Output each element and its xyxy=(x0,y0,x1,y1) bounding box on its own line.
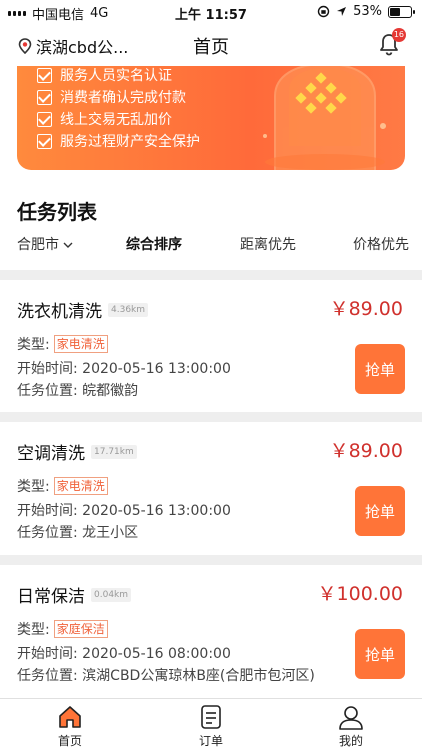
filter-bar: 合肥市 综合排序 距离优先 价格优先 xyxy=(0,232,422,256)
task-type-tag: 家电清洗 xyxy=(53,477,108,495)
tab-mine-label: 我的 xyxy=(338,734,363,748)
checkbox-icon xyxy=(37,89,52,105)
task-start-time: 开始时间: 2020-05-16 08:00:00 xyxy=(17,646,231,662)
orientation-lock-icon xyxy=(317,5,330,18)
divider xyxy=(0,270,422,280)
city-filter-label: 合肥市 xyxy=(17,237,59,253)
sort-comprehensive[interactable]: 综合排序 xyxy=(126,234,182,254)
task-title: 空调清洗 xyxy=(17,444,85,464)
task-card[interactable]: 日常保洁 0.04km ￥100.00 类型: 家庭保洁 开始时间: 2020-… xyxy=(0,565,422,697)
task-location: 任务位置: 滨湖CBD公寓琼林B座(合肥市包河区) xyxy=(17,668,315,684)
grab-order-button[interactable]: 抢单 xyxy=(355,486,405,536)
banner-item-text: 线上交易无乱加价 xyxy=(60,112,172,128)
notification-badge: 16 xyxy=(391,28,406,42)
tab-home-label: 首页 xyxy=(57,734,82,748)
task-price: ￥100.00 xyxy=(317,583,403,605)
task-type-label: 类型: xyxy=(17,479,50,495)
battery-icon xyxy=(388,5,415,18)
banner-item-text: 消费者确认完成付款 xyxy=(60,90,186,106)
status-right: 53% xyxy=(317,4,415,19)
notification-button[interactable]: 16 xyxy=(378,28,406,56)
banner-item-text: 服务人员实名认证 xyxy=(60,68,172,84)
divider xyxy=(0,412,422,422)
tab-home[interactable]: 首页 xyxy=(30,704,110,749)
location-arrow-icon xyxy=(337,7,347,16)
task-type-tag: 家庭保洁 xyxy=(53,620,108,638)
tab-orders-label: 订单 xyxy=(198,734,223,748)
banner-item: 线上交易无乱加价 xyxy=(37,108,200,130)
task-type-tag: 家电清洗 xyxy=(53,335,108,353)
task-location: 任务位置: 皖都徽韵 xyxy=(17,383,139,399)
nav-bar: 滨湖cbd公... 首页 16 xyxy=(0,24,422,66)
banner-item: 服务过程财产安全保护 xyxy=(37,130,200,152)
bottom-tab-bar: 首页 订单 我的 xyxy=(0,698,422,750)
task-price: ￥89.00 xyxy=(329,440,403,462)
task-start-time: 开始时间: 2020-05-16 13:00:00 xyxy=(17,503,231,519)
grab-order-button[interactable]: 抢单 xyxy=(355,344,405,394)
task-distance: 4.36km xyxy=(108,302,149,317)
promo-banner[interactable]: 服务人员实名认证 消费者确认完成付款 线上交易无乱加价 服务过程财产安全保护 xyxy=(17,66,405,170)
checkbox-icon xyxy=(37,111,52,127)
task-title-row: 空调清洗 17.71km xyxy=(17,439,137,464)
page-title: 首页 xyxy=(193,37,229,58)
shield-illustration xyxy=(263,66,386,170)
task-title-row: 洗衣机清洗 4.36km xyxy=(17,297,149,322)
task-distance: 17.71km xyxy=(91,444,137,459)
task-start-time: 开始时间: 2020-05-16 13:00:00 xyxy=(17,361,231,377)
task-type-line: 类型: 家电清洗 xyxy=(17,476,108,496)
city-filter[interactable]: 合肥市 xyxy=(17,234,73,254)
grab-order-button[interactable]: 抢单 xyxy=(355,629,405,679)
sort-distance[interactable]: 距离优先 xyxy=(240,234,296,254)
task-type-line: 类型: 家电清洗 xyxy=(17,334,108,354)
task-card[interactable]: 空调清洗 17.71km ￥89.00 类型: 家电清洗 开始时间: 2020-… xyxy=(0,422,422,554)
divider xyxy=(0,555,422,565)
task-card[interactable]: 洗衣机清洗 4.36km ￥89.00 类型: 家电清洗 开始时间: 2020-… xyxy=(0,280,422,412)
battery-fill xyxy=(390,7,401,16)
tab-mine[interactable]: 我的 xyxy=(311,704,391,749)
task-location: 任务位置: 龙王小区 xyxy=(17,525,139,541)
banner-item: 服务人员实名认证 xyxy=(37,66,200,86)
tab-orders[interactable]: 订单 xyxy=(171,704,251,749)
task-title: 日常保洁 xyxy=(17,587,85,607)
banner-guarantee-list: 服务人员实名认证 消费者确认完成付款 线上交易无乱加价 服务过程财产安全保护 xyxy=(37,66,200,152)
banner-item-text: 服务过程财产安全保护 xyxy=(60,134,200,150)
task-title-row: 日常保洁 0.04km xyxy=(17,582,132,607)
task-distance: 0.04km xyxy=(91,587,132,602)
checkbox-icon xyxy=(37,67,52,83)
task-type-line: 类型: 家庭保洁 xyxy=(17,619,108,639)
banner-item: 消费者确认完成付款 xyxy=(37,86,200,108)
status-bar: 中国电信 4G 上午 11:57 53% xyxy=(0,0,422,24)
task-type-label: 类型: xyxy=(17,622,50,638)
task-title: 洗衣机清洗 xyxy=(17,302,102,322)
user-icon xyxy=(339,706,363,730)
section-title: 任务列表 xyxy=(17,200,97,224)
home-icon xyxy=(59,706,81,728)
checkbox-icon xyxy=(37,133,52,149)
chevron-down-icon xyxy=(63,242,73,248)
task-price: ￥89.00 xyxy=(329,298,403,320)
orders-icon xyxy=(201,705,221,729)
sort-price[interactable]: 价格优先 xyxy=(353,234,409,254)
battery-percent: 53% xyxy=(353,4,382,19)
task-type-label: 类型: xyxy=(17,337,50,353)
